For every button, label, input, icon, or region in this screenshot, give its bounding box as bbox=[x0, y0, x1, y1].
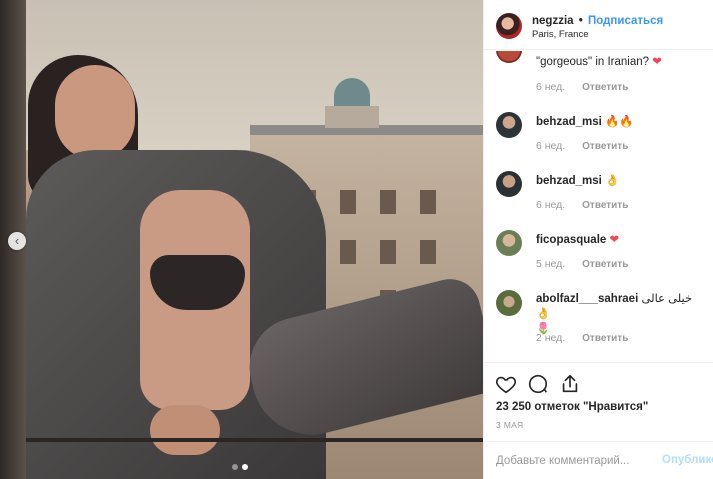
comment-time[interactable]: 2 нед. bbox=[536, 332, 565, 344]
fire-emoji-icon: 🔥🔥 bbox=[605, 116, 634, 128]
commenter-avatar[interactable] bbox=[496, 171, 522, 197]
photo-window bbox=[420, 240, 436, 264]
likes-count[interactable]: 23 250 отметок "Нравится" bbox=[496, 401, 648, 413]
commenter-avatar[interactable] bbox=[496, 112, 522, 138]
photo-bra bbox=[150, 255, 245, 310]
post-header: negzzia • Подписаться Paris, France bbox=[484, 0, 713, 50]
comment-meta: 6 нед. Ответить bbox=[536, 140, 628, 152]
commenter-username[interactable]: behzad_msi bbox=[536, 175, 602, 187]
comment-time[interactable]: 5 нед. bbox=[536, 258, 565, 270]
reply-button[interactable]: Ответить bbox=[582, 141, 628, 152]
carousel-dot bbox=[232, 464, 238, 470]
ok-hand-emoji-icon: 👌 bbox=[605, 175, 620, 187]
post-date: 3 МАЯ bbox=[496, 420, 524, 430]
commenter-avatar[interactable] bbox=[496, 290, 522, 316]
photo-hand bbox=[150, 405, 220, 455]
photo-window bbox=[380, 240, 396, 264]
comment-meta: 6 нед. Ответить bbox=[536, 81, 628, 93]
heart-outline-icon[interactable] bbox=[495, 373, 517, 395]
comment-meta: 6 нед. Ответить bbox=[536, 199, 628, 211]
author-line: negzzia • Подписаться bbox=[532, 15, 663, 27]
separator-dot: • bbox=[578, 15, 583, 27]
author-username[interactable]: negzzia bbox=[532, 15, 574, 27]
comment-time[interactable]: 6 нед. bbox=[536, 140, 565, 152]
photo-window bbox=[420, 190, 436, 214]
comment-body: abolfazl___sahraei خیلی عالی 👌 🌷 bbox=[536, 292, 706, 337]
add-comment-bar: Опубликовать bbox=[484, 441, 713, 479]
heart-emoji-icon: ❤ bbox=[609, 234, 620, 246]
carousel-prev-button[interactable]: ‹ bbox=[8, 232, 26, 250]
reply-button[interactable]: Ответить bbox=[582, 200, 628, 211]
comment-body: ficopasquale ❤ bbox=[536, 233, 706, 248]
comment-body: "gorgeous" in Iranian? ❤ bbox=[536, 55, 706, 70]
heart-emoji-icon: ❤ bbox=[652, 56, 662, 68]
comment-time[interactable]: 6 нед. bbox=[536, 81, 565, 93]
comment-meta: 2 нед. Ответить bbox=[536, 332, 628, 344]
comment-meta: 5 нед. Ответить bbox=[536, 258, 628, 270]
photo-window bbox=[340, 240, 356, 264]
photo-face bbox=[55, 65, 135, 160]
commenter-username[interactable]: abolfazl___sahraei bbox=[536, 293, 638, 305]
commenter-username[interactable]: ficopasquale bbox=[536, 234, 606, 246]
comment-bubble-icon[interactable] bbox=[527, 373, 549, 395]
comment-input[interactable] bbox=[496, 452, 651, 470]
photo-railing bbox=[26, 438, 483, 442]
comments-list[interactable]: "gorgeous" in Iranian? ❤ 6 нед. Ответить… bbox=[484, 51, 713, 361]
publish-button[interactable]: Опубликовать bbox=[662, 454, 713, 466]
photo-dome-base bbox=[325, 106, 379, 128]
photo-dome bbox=[334, 78, 370, 108]
ok-hand-emoji-icon: 👌 bbox=[536, 308, 551, 320]
comment-time[interactable]: 6 нед. bbox=[536, 199, 565, 211]
share-arrow-icon[interactable] bbox=[559, 373, 581, 395]
post-actions: 23 250 отметок "Нравится" 3 МАЯ bbox=[484, 362, 713, 442]
commenter-avatar[interactable] bbox=[496, 51, 522, 63]
photo-window bbox=[340, 190, 356, 214]
follow-button[interactable]: Подписаться bbox=[588, 15, 663, 27]
comment-text: خیلی عالی bbox=[641, 293, 693, 305]
photo-window bbox=[380, 190, 396, 214]
comment-body: behzad_msi 👌 bbox=[536, 174, 706, 189]
author-avatar[interactable] bbox=[496, 13, 522, 39]
reply-button[interactable]: Ответить bbox=[582, 82, 628, 93]
reply-button[interactable]: Ответить bbox=[582, 259, 628, 270]
commenter-avatar[interactable] bbox=[496, 230, 522, 256]
carousel-dot-active bbox=[242, 464, 248, 470]
commenter-username[interactable]: behzad_msi bbox=[536, 116, 602, 128]
post-side-panel: negzzia • Подписаться Paris, France "gor… bbox=[483, 0, 713, 479]
comment-text: "gorgeous" in Iranian? bbox=[536, 56, 650, 68]
location-link[interactable]: Paris, France bbox=[532, 29, 589, 40]
comment-body: behzad_msi 🔥🔥 bbox=[536, 115, 706, 130]
post-photo[interactable]: ‹ bbox=[0, 0, 483, 479]
reply-button[interactable]: Ответить bbox=[582, 333, 628, 344]
carousel-indicator bbox=[232, 464, 248, 470]
